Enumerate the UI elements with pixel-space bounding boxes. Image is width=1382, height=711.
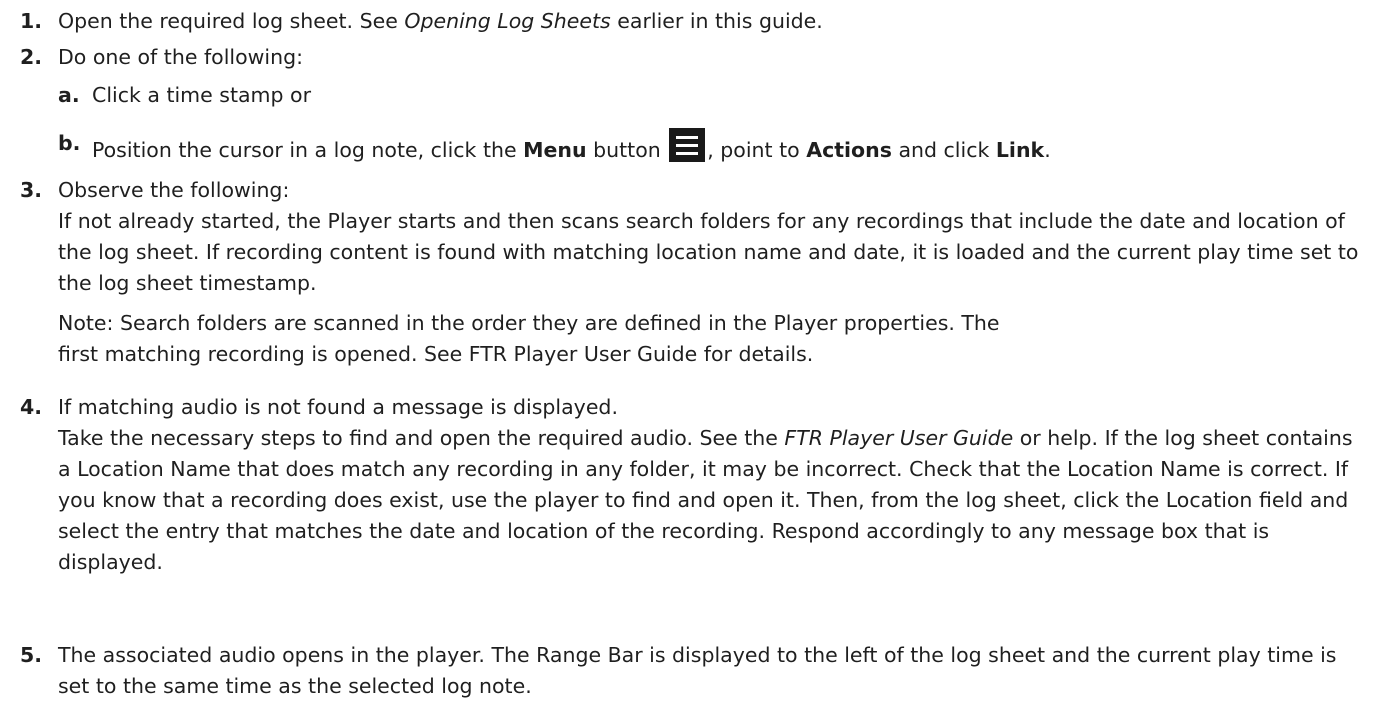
text-run: Position the cursor in a log note, click… [92, 138, 524, 162]
step-heading: If matching audio is not found a message… [58, 395, 618, 419]
substep-text: Click a time stamp or [92, 83, 312, 107]
step-text: Observe the following: If not already st… [58, 175, 1360, 370]
step-2: 2. Do one of the following: [20, 42, 1360, 73]
text-run: , point to [707, 138, 807, 162]
step-text: Do one of the following: [58, 45, 304, 69]
guide-reference: Opening Log Sheets [404, 9, 611, 33]
step-text: Open the required log sheet. See Opening… [58, 6, 1360, 37]
substep-letter: b. [58, 131, 81, 155]
step-number: 2. [20, 45, 43, 69]
step-detail: Take the necessary steps to find and ope… [58, 423, 1360, 578]
step-5: 5. The associated audio opens in the pla… [20, 640, 1360, 702]
step-note: Note: Search folders are scanned in the … [58, 308, 1360, 370]
link-label: Link [995, 138, 1045, 162]
step-text: If matching audio is not found a message… [58, 392, 1360, 578]
menu-hamburger-icon [669, 128, 706, 162]
text-run: and click [891, 138, 996, 162]
step-text: The associated audio opens in the player… [58, 643, 1337, 698]
text-run: button [586, 138, 668, 162]
step-1: 1. Open the required log sheet. See Open… [20, 6, 1360, 37]
text-run: Take the necessary steps to find and ope… [58, 426, 785, 450]
step-number: 5. [20, 643, 43, 667]
step-4: 4. If matching audio is not found a mess… [20, 392, 1360, 578]
note-line: Note: Search folders are scanned in the … [58, 311, 1000, 335]
step-number: 3. [20, 178, 43, 202]
step-number: 1. [20, 9, 43, 33]
text-run: Open the required log sheet. See [58, 9, 405, 33]
substep-text: Position the cursor in a log note, click… [92, 128, 1358, 166]
menu-label: Menu [523, 138, 587, 162]
step-number: 4. [20, 395, 43, 419]
note-line: first matching recording is opened. See … [58, 342, 814, 366]
actions-label: Actions [806, 138, 892, 162]
text-run: earlier in this guide. [610, 9, 823, 33]
step-detail: If not already started, the Player start… [58, 209, 1359, 295]
document-page: 1. Open the required log sheet. See Open… [0, 0, 1382, 711]
step-heading: Observe the following: [58, 178, 290, 202]
step-3: 3. Observe the following: If not already… [20, 175, 1360, 370]
substep-b: b. Position the cursor in a log note, cl… [58, 128, 1358, 166]
text-run: . [1044, 138, 1051, 162]
guide-reference: FTR Player User Guide [784, 426, 1014, 450]
substep-letter: a. [58, 83, 80, 107]
substep-a: a. Click a time stamp or [58, 80, 311, 111]
